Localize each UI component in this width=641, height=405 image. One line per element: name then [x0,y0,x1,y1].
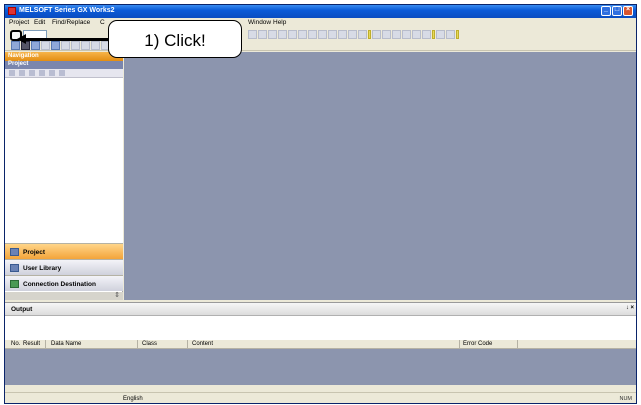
column-header-class[interactable]: Class [142,341,157,347]
toolbar-button[interactable] [392,30,401,39]
menu-edit[interactable]: Edit [34,19,45,26]
status-language: English [123,396,143,402]
navigation-panel: Navigation ↓ × Project Project User Libr… [5,52,123,300]
toolbar-button[interactable] [436,30,445,39]
toolbar-button[interactable] [382,30,391,39]
menu-help[interactable]: Help [273,19,286,26]
annotation-text: 1) Click! [144,31,206,50]
column-separator [517,340,518,349]
toolbar-button[interactable] [91,41,100,50]
toolbar-button[interactable] [41,41,50,50]
output-panel: Output ↓ × No. Result Data Name Class Co… [5,302,636,393]
navigation-tool-button[interactable] [19,70,25,76]
toolbar-button[interactable] [308,30,317,39]
project-icon [10,248,19,256]
minimize-button[interactable]: _ [601,6,611,16]
project-tree[interactable] [5,78,123,243]
toolbar-button[interactable] [248,30,257,39]
navigation-tool-button[interactable] [49,70,55,76]
annotation-arrow-line [24,38,109,41]
toolbar-button[interactable] [402,30,411,39]
toolbar-button[interactable] [422,30,431,39]
toolbar-button[interactable] [51,41,60,50]
navigation-tool-button[interactable] [59,70,65,76]
nav-section-label: User Library [23,265,62,272]
close-icon: × [625,6,631,13]
navigation-tool-button[interactable] [9,70,15,76]
toolbar-button[interactable] [298,30,307,39]
nav-section-user-library[interactable]: User Library [5,259,123,275]
toolbar-button[interactable] [278,30,287,39]
output-header: Output ↓ × [5,303,636,316]
toolbar-button[interactable] [412,30,421,39]
project-header-label: Project [8,61,29,67]
menu-find-replace[interactable]: Find/Replace [52,19,90,26]
toolbar-separator [432,30,435,39]
toolbar-button[interactable] [61,41,70,50]
navigation-tool-button[interactable] [29,70,35,76]
column-separator [45,340,46,349]
toolbar-separator [456,30,459,39]
toolbar-button[interactable] [258,30,267,39]
column-separator [137,340,138,349]
window-title: MELSOFT Series GX Works2 [19,7,115,14]
toolbar-separator [368,30,371,39]
status-num-lock: NUM [619,396,632,402]
app-window: MELSOFT Series GX Works2 _ □ × Project E… [4,4,637,404]
toolbar-button[interactable] [268,30,277,39]
toolbar-button[interactable] [358,30,367,39]
toolbar-button[interactable] [71,41,80,50]
window-controls: _ □ × [601,6,633,16]
menu-window[interactable]: Window [248,19,271,26]
annotation-callout: 1) Click! [108,20,242,58]
maximize-button[interactable]: □ [612,6,622,16]
main-workspace[interactable] [124,52,636,300]
nav-section-project[interactable]: Project [5,243,123,259]
close-button[interactable]: × [623,6,633,16]
app-icon [8,7,16,15]
output-list[interactable] [5,349,636,385]
nav-section-label: Connection Destination [23,281,96,288]
navigation-toolbar [5,69,123,78]
annotation-arrow-head [17,34,26,44]
output-column-headers: No. Result Data Name Class Content Error… [5,340,636,349]
maximize-icon: □ [614,6,620,13]
column-header-data-name[interactable]: Data Name [51,341,81,347]
output-title: Output [11,306,33,313]
chevron-expand-icon[interactable]: ⇕ [114,291,120,299]
column-header-no[interactable]: No. [11,341,20,347]
column-header-content[interactable]: Content [192,341,213,347]
toolbar-button[interactable] [288,30,297,39]
column-separator [459,340,460,349]
minimize-icon: _ [604,6,608,13]
project-header: Project [5,61,123,69]
column-header-error-code[interactable]: Error Code [463,341,492,347]
menu-project[interactable]: Project [9,19,29,26]
title-bar: MELSOFT Series GX Works2 _ □ × [5,5,636,18]
toolbar-button[interactable] [348,30,357,39]
menu-bar: Project Edit Find/Replace C Window Help [5,18,636,29]
column-separator [187,340,188,349]
user-library-icon [10,264,19,272]
toolbar-group-edit [248,30,459,39]
navigation-tool-button[interactable] [39,70,45,76]
toolbar-button[interactable] [81,41,90,50]
nav-section-connection-destination[interactable]: Connection Destination [5,275,123,291]
menu-compile[interactable]: C [100,19,105,26]
toolbar-button[interactable] [446,30,455,39]
output-header-controls[interactable]: ↓ × [626,305,634,311]
toolbar-button[interactable] [31,41,40,50]
column-header-result[interactable]: Result [23,341,40,347]
toolbar-button[interactable] [338,30,347,39]
view-toolbar [5,40,636,51]
navigation-header: Navigation ↓ × [5,52,123,61]
toolbar-button[interactable] [328,30,337,39]
navigation-footer: ⇕ [5,292,123,300]
connection-destination-icon [10,280,19,288]
status-bar: English NUM [5,392,636,403]
toolbar-button[interactable] [318,30,327,39]
toolbar-button[interactable] [372,30,381,39]
navigation-title: Navigation [8,53,39,59]
nav-section-label: Project [23,249,46,256]
